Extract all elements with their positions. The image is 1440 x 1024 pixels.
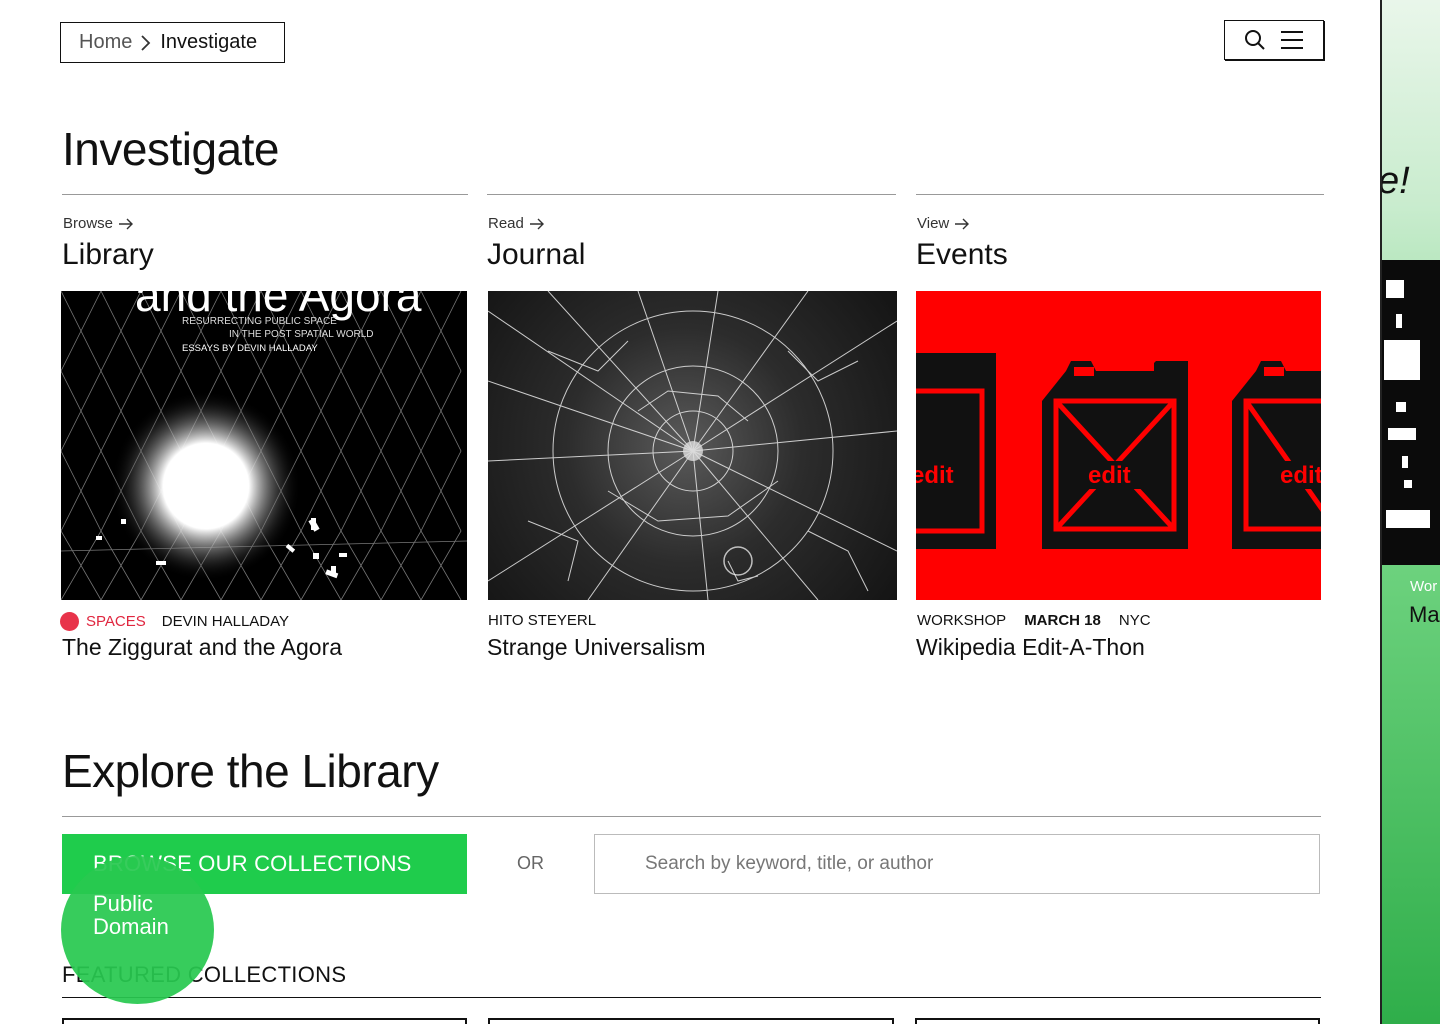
breadcrumb-home-link[interactable]: Home <box>79 31 132 54</box>
featured-collection-card[interactable] <box>915 1018 1320 1024</box>
card-title[interactable]: Strange Universalism <box>487 634 706 661</box>
chevron-right-icon <box>141 34 151 51</box>
library-heading[interactable]: Library <box>62 238 468 272</box>
card-meta: WORKSHOP MARCH 18 NYC <box>917 612 1151 629</box>
section-divider <box>62 816 1321 817</box>
event-date: MARCH 18 <box>1024 612 1101 629</box>
page-title: Investigate <box>62 123 279 175</box>
hamburger-menu-icon[interactable] <box>1280 30 1304 50</box>
tag-label: SPACES <box>86 613 146 630</box>
view-link[interactable]: View <box>916 215 1324 232</box>
spaces-tag[interactable]: SPACES <box>60 612 146 631</box>
card-meta: HITO STEYERL <box>488 612 596 629</box>
book-cover-author: ESSAYS BY DEVIN HALLADAY <box>182 343 318 354</box>
breadcrumb: Home Investigate <box>60 22 285 63</box>
badge-line-2: Domain <box>93 914 169 939</box>
events-heading[interactable]: Events <box>916 238 1324 272</box>
side-panel-caption: Wor <box>1410 578 1438 595</box>
event-poster-image[interactable]: edit edit edit <box>916 291 1321 600</box>
kicker-label: Read <box>488 215 524 232</box>
card-title[interactable]: The Ziggurat and the Agora <box>62 634 342 661</box>
canister-label: edit <box>1088 462 1131 489</box>
card-title[interactable]: Wikipedia Edit-A-Thon <box>916 634 1145 661</box>
arrow-right-icon <box>955 218 970 229</box>
journal-column: Read Journal HITO STEYERL Strange Univer… <box>487 194 897 660</box>
event-location: NYC <box>1118 612 1151 629</box>
read-link[interactable]: Read <box>487 215 896 232</box>
side-panel-headline: e! <box>1380 160 1410 202</box>
library-search-input[interactable] <box>594 834 1320 894</box>
shattered-glass-image[interactable] <box>488 291 897 600</box>
badge-line-1: Public <box>93 891 153 916</box>
arrow-right-icon <box>529 218 544 229</box>
header-tools <box>1224 20 1324 60</box>
side-panel-image <box>1382 260 1440 565</box>
kicker-label: Browse <box>63 215 114 232</box>
public-domain-badge[interactable]: Public Domain <box>61 856 214 1004</box>
arrow-right-icon <box>119 218 134 229</box>
column-divider <box>62 194 468 195</box>
column-divider <box>916 194 1324 195</box>
breadcrumb-current: Investigate <box>160 31 258 53</box>
author[interactable]: DEVIN HALLADAY <box>162 613 289 630</box>
book-cover-subtitle-1: RESURRECTING PUBLIC SPACE <box>182 316 337 327</box>
side-panel-art <box>1384 280 1430 528</box>
side-panel[interactable]: e! Wor Ma <box>1380 0 1440 1024</box>
featured-collection-card[interactable] <box>488 1018 894 1024</box>
book-cover-image[interactable]: and the Agora RESURRECTING PUBLIC SPACE … <box>61 291 467 600</box>
card-meta: SPACES DEVIN HALLADAY <box>60 612 289 631</box>
search-icon[interactable] <box>1244 29 1266 51</box>
canister-label: edit <box>1280 462 1321 489</box>
side-panel-title: Ma <box>1409 602 1440 627</box>
kicker-label: View <box>917 215 950 232</box>
journal-heading[interactable]: Journal <box>487 238 896 272</box>
book-cover-art: and the Agora RESURRECTING PUBLIC SPACE … <box>61 291 467 600</box>
column-divider <box>487 194 896 195</box>
jerrycan-art: edit edit edit <box>916 353 1321 549</box>
canister-label: edit <box>916 462 954 489</box>
featured-collection-card[interactable] <box>62 1018 467 1024</box>
author[interactable]: HITO STEYERL <box>488 612 596 629</box>
events-column: View Events edit edit edit WORKSHOP MARC… <box>916 194 1324 660</box>
explore-title: Explore the Library <box>62 745 439 797</box>
spaces-dot-icon <box>60 612 79 631</box>
featured-divider <box>62 997 1321 998</box>
or-label: OR <box>517 853 544 873</box>
browse-link[interactable]: Browse <box>62 215 468 232</box>
library-column: Browse Library and the Agora RESURRECTIN… <box>60 194 468 660</box>
event-type: WORKSHOP <box>917 612 1007 629</box>
book-cover-subtitle-2: IN THE POST SPATIAL WORLD <box>229 329 373 340</box>
shattered-glass-art <box>488 291 897 600</box>
